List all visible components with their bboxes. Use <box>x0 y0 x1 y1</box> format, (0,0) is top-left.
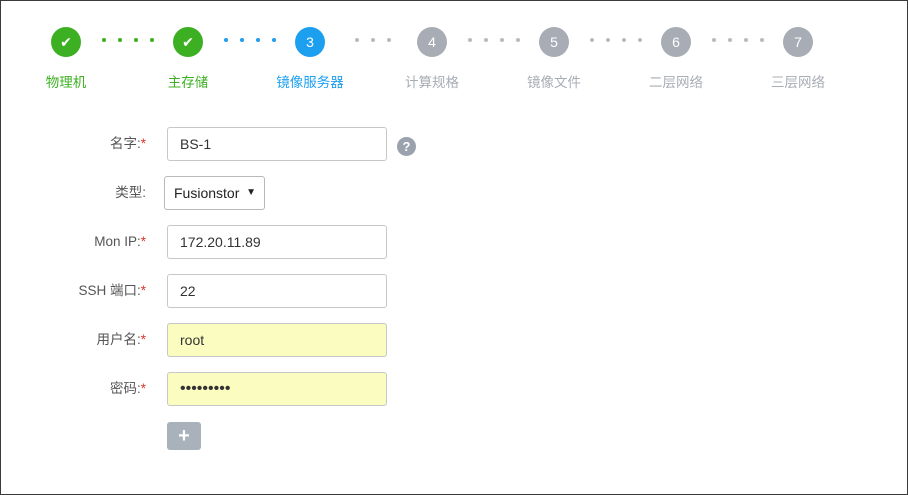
mon-ip-input[interactable]: 172.20.11.89 <box>167 225 387 259</box>
step-number: 4 <box>417 27 447 57</box>
ssh-port-label: SSH 端口:* <box>78 283 146 298</box>
name-row: 名字:* BS-1 <box>1 127 907 161</box>
mon-ip-row: Mon IP:* 172.20.11.89 <box>1 225 907 259</box>
caret-down-icon: ▼ <box>246 187 256 198</box>
step-label: 计算规格 <box>405 75 459 90</box>
ssh-port-row: SSH 端口:* 22 <box>1 274 907 308</box>
password-row: 密码:* ••••••••• <box>1 372 907 406</box>
required-mark: * <box>140 234 146 249</box>
username-label: 用户名:* <box>96 332 146 347</box>
add-button[interactable]: + <box>167 422 201 450</box>
step-label: 主存储 <box>167 75 209 90</box>
type-select[interactable]: Fusionstor ▼ <box>164 176 265 210</box>
check-icon: ✔ <box>173 27 203 57</box>
type-label: 类型: <box>115 185 146 200</box>
step-3[interactable]: 3 镜像服务器 <box>250 27 370 91</box>
password-label: 密码:* <box>109 381 146 396</box>
wizard-panel: ✔ 物理机 ✔ 主存储 3 镜像服务器 4 计算规格 5 镜像文件 6 二层网络… <box>0 0 908 495</box>
step-number: 5 <box>539 27 569 57</box>
help-icon[interactable]: ? <box>397 137 416 156</box>
step-6[interactable]: 6 二层网络 <box>616 27 736 91</box>
step-7[interactable]: 7 三层网络 <box>738 27 858 91</box>
ssh-port-input[interactable]: 22 <box>167 274 387 308</box>
step-label: 镜像服务器 <box>276 75 344 90</box>
mon-ip-label: Mon IP:* <box>94 234 146 249</box>
required-mark: * <box>140 332 146 347</box>
step-number: 3 <box>295 27 325 57</box>
type-select-value: Fusionstor <box>174 185 240 201</box>
required-mark: * <box>140 283 146 298</box>
password-input[interactable]: ••••••••• <box>167 372 387 406</box>
type-row: 类型: Fusionstor ▼ <box>1 176 907 210</box>
step-5[interactable]: 5 镜像文件 <box>494 27 614 91</box>
step-number: 7 <box>783 27 813 57</box>
username-input[interactable]: root <box>167 323 387 357</box>
name-input[interactable]: BS-1 <box>167 127 387 161</box>
step-label: 物理机 <box>45 75 87 90</box>
required-mark: * <box>140 381 146 396</box>
check-icon: ✔ <box>51 27 81 57</box>
step-number: 6 <box>661 27 691 57</box>
step-2[interactable]: ✔ 主存储 <box>128 27 248 91</box>
step-1[interactable]: ✔ 物理机 <box>6 27 126 91</box>
username-row: 用户名:* root <box>1 323 907 357</box>
step-label: 二层网络 <box>649 75 703 90</box>
step-4[interactable]: 4 计算规格 <box>372 27 492 91</box>
step-label: 镜像文件 <box>527 75 581 90</box>
step-label: 三层网络 <box>771 75 825 90</box>
required-mark: * <box>140 136 146 151</box>
name-label: 名字:* <box>109 136 146 151</box>
